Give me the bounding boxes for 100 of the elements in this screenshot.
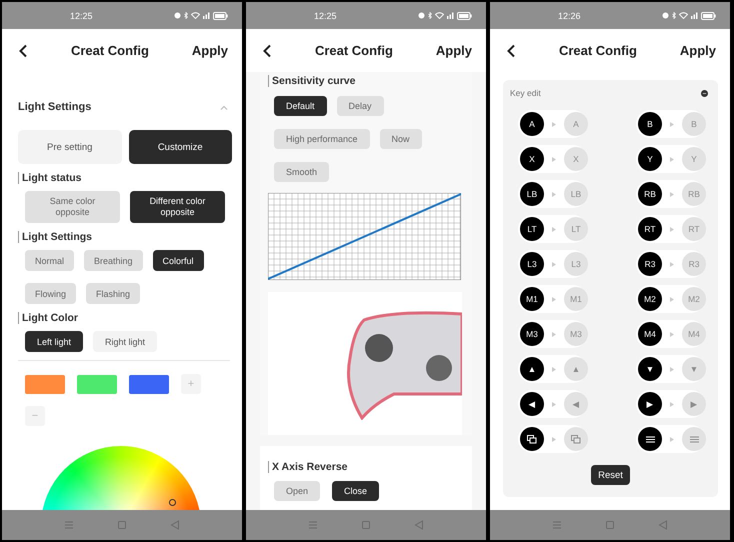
section-title: Sensitivity curve (268, 75, 462, 87)
key-button[interactable]: LT (520, 217, 544, 241)
arrow-icon (670, 402, 674, 406)
arrow-icon (552, 262, 556, 266)
key-button[interactable]: RB (638, 182, 662, 206)
arrow-icon (670, 366, 674, 372)
color-swatch[interactable] (129, 374, 169, 394)
wifi-icon (435, 12, 444, 19)
key-button[interactable] (520, 427, 544, 451)
key-button[interactable]: M3 (520, 322, 544, 346)
key-button[interactable]: X (520, 147, 544, 171)
back-icon[interactable] (506, 44, 516, 58)
info-icon[interactable] (701, 90, 708, 96)
arrow-icon (552, 366, 556, 372)
key-button[interactable] (638, 427, 662, 451)
mode-chip[interactable]: Normal (25, 250, 74, 271)
color-swatch[interactable] (77, 374, 117, 394)
curve-option[interactable]: Smooth (274, 162, 330, 182)
battery-icon (213, 12, 228, 20)
group-title: Light Color (18, 312, 232, 324)
arrow-icon (670, 296, 674, 302)
key-button[interactable]: M1 (520, 287, 544, 311)
wifi-icon (679, 12, 688, 19)
color-swatch[interactable] (25, 374, 65, 394)
page-title: Creat Config (558, 43, 638, 58)
apply-button[interactable]: Apply (192, 43, 228, 58)
home-icon[interactable] (604, 520, 615, 530)
curve-option[interactable]: Default (274, 96, 327, 116)
home-icon[interactable] (360, 520, 371, 530)
arrow-icon (670, 332, 674, 336)
arrow-icon (670, 226, 674, 232)
picker-ring-icon[interactable] (169, 499, 176, 506)
key-button[interactable]: ▼ (638, 357, 662, 381)
key-button[interactable]: B (638, 112, 662, 136)
arrow-icon (552, 402, 556, 406)
key-button[interactable]: R3 (638, 252, 662, 276)
arrow-icon (670, 122, 674, 126)
signal-icon (203, 12, 210, 19)
windows-icon (571, 434, 581, 444)
alarm-icon (418, 12, 425, 19)
key-button[interactable]: A (520, 112, 544, 136)
battery-icon (701, 12, 716, 20)
axis-option[interactable]: Open (274, 481, 320, 501)
mode-chip[interactable]: Flashing (86, 283, 140, 304)
windows-icon (527, 434, 537, 444)
mode-button[interactable]: Customize (128, 130, 232, 164)
bluetooth-icon (184, 12, 188, 19)
alarm-icon (662, 12, 669, 19)
axis-option[interactable]: Close (332, 481, 380, 501)
back-icon[interactable] (18, 44, 28, 58)
mode-chip[interactable]: Flowing (25, 283, 76, 304)
home-icon[interactable] (116, 520, 127, 530)
battery-icon (457, 12, 472, 20)
key-button[interactable]: L3 (520, 252, 544, 276)
wifi-icon (191, 12, 200, 19)
status-time: 12:25 (314, 10, 338, 20)
arrow-icon (670, 192, 674, 196)
back-icon[interactable] (262, 44, 272, 58)
arrow-icon (552, 156, 556, 162)
menu-icon (646, 436, 654, 442)
arrow-icon (670, 436, 674, 442)
key-button[interactable]: ▲ (520, 357, 544, 381)
curve-option[interactable]: High performance (274, 129, 370, 149)
key-button[interactable]: RT (638, 217, 662, 241)
key-button[interactable]: LB (520, 182, 544, 206)
group-title: Light status (18, 172, 232, 184)
arrow-icon (552, 296, 556, 302)
menu-icon (690, 436, 698, 442)
key-button[interactable]: ◀ (520, 392, 544, 416)
key-button[interactable]: M4 (638, 322, 662, 346)
reset-button[interactable]: Reset (591, 465, 630, 485)
mode-chip[interactable]: Breathing (84, 250, 143, 271)
status-time: 12:25 (70, 10, 94, 20)
arrow-icon (552, 332, 556, 336)
mapped-key-button[interactable] (564, 427, 588, 451)
mapped-key-button[interactable] (682, 427, 706, 451)
menu-icon[interactable] (308, 520, 318, 530)
apply-button[interactable]: Apply (436, 43, 472, 58)
mode-chip[interactable]: Colorful (152, 250, 204, 271)
apply-button[interactable]: Apply (680, 43, 716, 58)
key-button[interactable]: Y (638, 147, 662, 171)
key-button[interactable]: M2 (638, 287, 662, 311)
key-button[interactable]: ▶ (638, 392, 662, 416)
curve-option[interactable]: Delay (336, 96, 384, 116)
mode-button[interactable]: Pre setting (18, 130, 122, 164)
menu-icon[interactable] (64, 520, 74, 530)
arrow-icon (670, 156, 674, 162)
card-title: Key edit (510, 88, 542, 98)
arrow-icon (552, 192, 556, 196)
arrow-icon (552, 436, 556, 442)
curve-option[interactable]: Now (380, 129, 422, 149)
light-tab[interactable]: Left light (25, 331, 84, 352)
menu-icon[interactable] (552, 520, 562, 530)
signal-icon (447, 12, 454, 19)
light-tab[interactable]: Right light (93, 331, 158, 352)
alarm-icon (174, 12, 181, 19)
chevron-icon[interactable] (220, 104, 228, 110)
option-button[interactable]: Different color opposite (130, 191, 225, 223)
arrow-icon (670, 262, 674, 266)
option-button[interactable]: Same color opposite (25, 191, 120, 223)
